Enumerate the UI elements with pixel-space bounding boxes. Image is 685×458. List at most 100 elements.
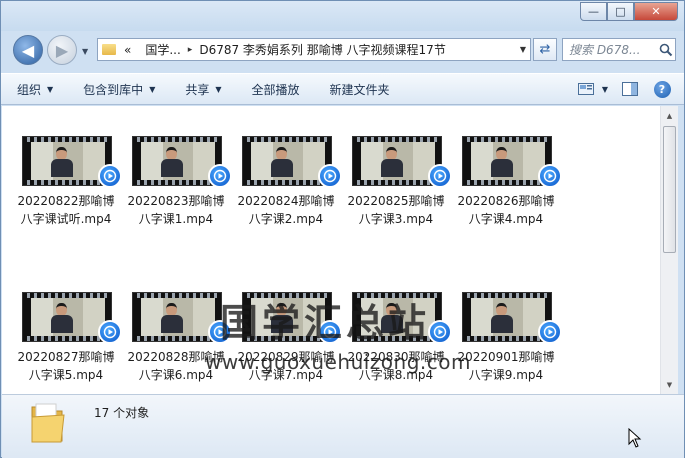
presenter-figure xyxy=(161,147,183,177)
presenter-figure xyxy=(51,303,73,333)
media-player-icon xyxy=(538,320,562,344)
film-strip xyxy=(463,180,551,185)
search-input[interactable]: 搜索 D678... xyxy=(569,41,657,58)
title-bar: — □ ✕ xyxy=(1,1,684,31)
share-label: 共享 xyxy=(185,82,210,97)
window-controls: — □ ✕ xyxy=(580,2,678,21)
play-all-button[interactable]: 全部播放 xyxy=(252,81,300,98)
chevron-down-icon: ▼ xyxy=(47,84,54,94)
watermark-title: 国学汇总站 xyxy=(220,301,431,345)
presenter-figure xyxy=(271,147,293,177)
recent-pages-dropdown[interactable]: ▼ xyxy=(82,47,88,56)
file-name: 20220824那喻博 八字课2.mp4 xyxy=(232,192,340,228)
file-name-line-1: 20220825那喻博 xyxy=(347,194,445,208)
file-item[interactable]: 20220827那喻博 八字课5.mp4 xyxy=(12,292,122,384)
file-name-line-2: 八字课5.mp4 xyxy=(28,368,104,382)
search-icon[interactable] xyxy=(657,41,675,59)
file-name-line-2: 八字课2.mp4 xyxy=(248,212,324,226)
file-name-line-1: 20220826那喻博 xyxy=(457,194,555,208)
new-folder-label: 新建文件夹 xyxy=(329,82,390,97)
chevron-down-icon: ▼ xyxy=(149,84,156,94)
arrow-left-icon: ◀ xyxy=(21,40,35,60)
include-in-library-menu[interactable]: 包含到库中 ▼ xyxy=(83,81,155,98)
change-view-icon[interactable] xyxy=(576,79,596,99)
item-count: 17 个对象 xyxy=(94,406,150,420)
presenter-figure xyxy=(381,147,403,177)
address-dropdown-icon[interactable]: ▼ xyxy=(520,45,526,54)
scroll-thumb[interactable] xyxy=(663,126,676,253)
file-name-line-1: 20220823那喻博 xyxy=(127,194,225,208)
navigation-row: ◀ ▶ ▼ « 国学... ▸ D6787 李秀娟系列 那喻博 八字视频课程17… xyxy=(1,31,684,71)
media-player-icon xyxy=(538,164,562,188)
refresh-button[interactable]: ⇄ xyxy=(533,38,557,61)
view-dropdown-icon[interactable]: ▼ xyxy=(602,85,608,94)
play-all-label: 全部播放 xyxy=(251,82,300,97)
media-player-icon xyxy=(208,164,232,188)
scroll-down-icon[interactable]: ▼ xyxy=(661,376,678,393)
organize-label: 组织 xyxy=(17,82,42,97)
file-name-line-1: 20220822那喻博 xyxy=(17,194,115,208)
explorer-window: — □ ✕ ◀ ▶ ▼ « 国学... ▸ D6787 李秀娟系列 那喻博 八字… xyxy=(0,0,685,458)
folder-icon xyxy=(102,44,116,55)
presenter-figure xyxy=(491,303,513,333)
file-name-line-2: 八字课3.mp4 xyxy=(358,212,434,226)
close-button[interactable]: ✕ xyxy=(634,2,678,21)
film-strip xyxy=(133,336,221,341)
film-strip xyxy=(133,180,221,185)
media-player-icon xyxy=(318,164,342,188)
breadcrumb-overflow[interactable]: « xyxy=(124,43,131,57)
refresh-icon: ⇄ xyxy=(539,42,551,57)
minimize-button[interactable]: — xyxy=(580,2,607,21)
forward-button[interactable]: ▶ xyxy=(47,35,77,65)
help-button[interactable]: ? xyxy=(652,79,672,99)
file-name-line-2: 八字课试听.mp4 xyxy=(20,212,112,226)
details-pane: 17 个对象 xyxy=(2,394,684,458)
back-button[interactable]: ◀ xyxy=(13,35,43,65)
command-bar: 组织 ▼ 包含到库中 ▼ 共享 ▼ 全部播放 新建文件夹 ▼ ? xyxy=(1,73,684,105)
file-name: 20220826那喻博 八字课4.mp4 xyxy=(452,192,560,228)
media-player-icon xyxy=(428,320,452,344)
file-item[interactable]: 20220823那喻博 八字课1.mp4 xyxy=(122,136,232,228)
film-strip xyxy=(463,336,551,341)
presenter-figure xyxy=(161,303,183,333)
organize-menu[interactable]: 组织 ▼ xyxy=(17,81,53,98)
file-name-line-2: 八字课1.mp4 xyxy=(138,212,214,226)
preview-pane-icon[interactable] xyxy=(620,79,640,99)
breadcrumb-item-current-folder[interactable]: D6787 李秀娟系列 那喻博 八字视频课程17节 xyxy=(199,41,446,58)
file-name-line-1: 20220827那喻博 xyxy=(17,350,115,364)
share-menu[interactable]: 共享 ▼ xyxy=(185,81,221,98)
file-name-line-1: 20220824那喻博 xyxy=(237,194,335,208)
presenter-figure xyxy=(51,147,73,177)
scroll-up-icon[interactable]: ▲ xyxy=(661,107,678,124)
file-item[interactable]: 20220825那喻博 八字课3.mp4 xyxy=(342,136,452,228)
breadcrumb-separator-icon[interactable]: ▸ xyxy=(188,45,193,55)
breadcrumb: « 国学... ▸ D6787 李秀娟系列 那喻博 八字视频课程17节 xyxy=(124,41,446,58)
arrow-right-icon: ▶ xyxy=(55,40,69,60)
search-box[interactable]: 搜索 D678... xyxy=(562,38,676,61)
presenter-figure xyxy=(491,147,513,177)
film-strip xyxy=(23,336,111,341)
include-in-library-label: 包含到库中 xyxy=(83,82,144,97)
file-item[interactable]: 20220822那喻博 八字课试听.mp4 xyxy=(12,136,122,228)
file-name: 20220825那喻博 八字课3.mp4 xyxy=(342,192,450,228)
film-strip xyxy=(23,180,111,185)
file-item[interactable]: 20220824那喻博 八字课2.mp4 xyxy=(232,136,342,228)
vertical-scrollbar[interactable]: ▲ ▼ xyxy=(660,106,678,394)
view-controls: ▼ ? xyxy=(564,79,672,99)
media-player-icon xyxy=(98,164,122,188)
new-folder-button[interactable]: 新建文件夹 xyxy=(330,81,390,98)
file-name: 20220823那喻博 八字课1.mp4 xyxy=(122,192,230,228)
folder-icon xyxy=(30,401,66,445)
breadcrumb-item-guoxue[interactable]: 国学... xyxy=(145,41,180,58)
chevron-down-icon: ▼ xyxy=(215,84,222,94)
address-bar[interactable]: « 国学... ▸ D6787 李秀娟系列 那喻博 八字视频课程17节 ▼ xyxy=(97,38,531,61)
media-player-icon xyxy=(428,164,452,188)
file-name: 20220827那喻博 八字课5.mp4 xyxy=(12,348,120,384)
film-strip xyxy=(353,180,441,185)
maximize-button[interactable]: □ xyxy=(607,2,634,21)
media-player-icon xyxy=(98,320,122,344)
film-strip xyxy=(243,180,331,185)
file-name: 20220822那喻博 八字课试听.mp4 xyxy=(12,192,120,228)
mouse-cursor-icon xyxy=(628,427,642,451)
file-item[interactable]: 20220826那喻博 八字课4.mp4 xyxy=(452,136,562,228)
